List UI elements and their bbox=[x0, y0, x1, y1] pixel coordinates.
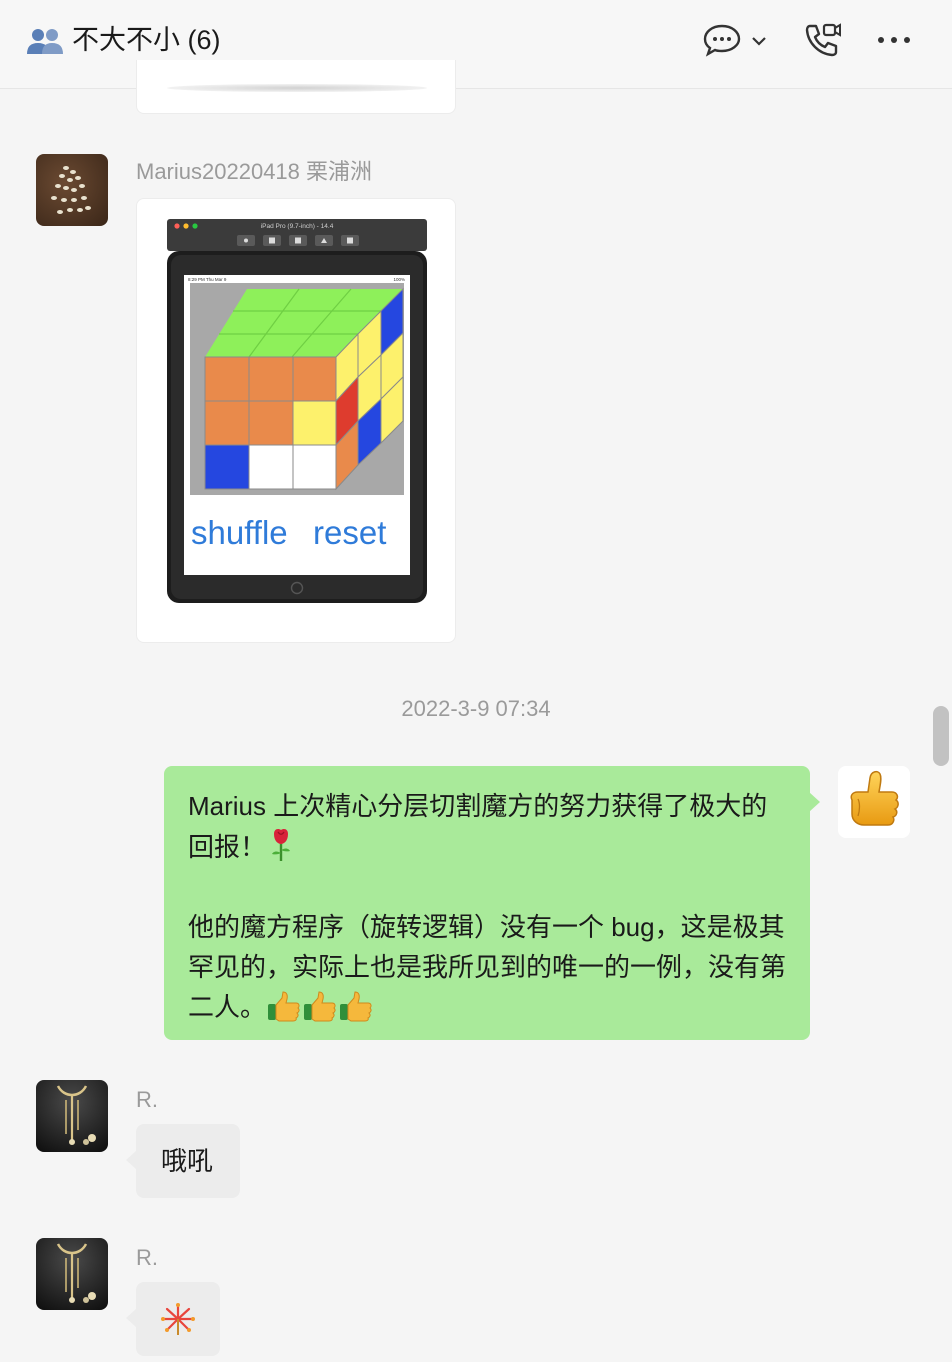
bubble-tail bbox=[126, 1150, 137, 1170]
message-text: 哦吼 bbox=[161, 1146, 214, 1176]
svg-text:100%: 100% bbox=[393, 277, 405, 282]
zoom-dot bbox=[192, 223, 198, 229]
message-bubble[interactable] bbox=[126, 1282, 220, 1356]
avatar-image bbox=[56, 1243, 96, 1303]
image-message[interactable]: iPad Pro (9.7-inch) - 14.4 8:29 PM Thu M… bbox=[136, 198, 456, 643]
card-shadow bbox=[167, 84, 427, 92]
chat-title: 不大不小 (6) bbox=[72, 25, 221, 55]
bubble-tail bbox=[809, 792, 820, 812]
more-icon[interactable] bbox=[874, 28, 914, 52]
group-icon bbox=[27, 29, 63, 54]
thumbs-up-icon bbox=[850, 770, 899, 826]
avatar[interactable] bbox=[36, 1238, 108, 1310]
sender-name: R. bbox=[136, 1087, 158, 1112]
chat-bubble-icon[interactable] bbox=[702, 22, 742, 58]
message-text-2: 他的魔方程序（旋转逻辑）没有一个 bug，这是极其罕见的，实际上也是我所见到的唯… bbox=[188, 912, 787, 1022]
chevron-down-icon[interactable] bbox=[750, 32, 768, 50]
rose-icon bbox=[272, 829, 291, 861]
message-bubble[interactable]: 哦吼 bbox=[126, 1124, 240, 1198]
shuffle-button: shuffle bbox=[191, 514, 288, 551]
sender-name: R. bbox=[136, 1245, 158, 1270]
window-title: iPad Pro (9.7-inch) - 14.4 bbox=[261, 223, 334, 230]
sender-name: Marius20220418 栗浦洲 bbox=[136, 159, 373, 184]
previous-image-card[interactable] bbox=[136, 60, 456, 114]
svg-text:8:29 PM Thu Mar 9: 8:29 PM Thu Mar 9 bbox=[188, 277, 227, 282]
fireworks-icon bbox=[161, 1303, 195, 1335]
video-call-icon[interactable] bbox=[802, 20, 842, 60]
avatar[interactable] bbox=[36, 1080, 108, 1152]
avatar-image bbox=[56, 1085, 96, 1145]
minimize-dot bbox=[183, 223, 189, 229]
cube-front-face bbox=[204, 356, 337, 490]
reset-button: reset bbox=[313, 514, 386, 551]
self-avatar[interactable] bbox=[838, 766, 910, 838]
avatar[interactable] bbox=[36, 154, 108, 226]
scrollbar-thumb[interactable] bbox=[933, 706, 949, 766]
bubble-tail bbox=[126, 1308, 137, 1328]
message-text-1: Marius 上次精心分层切割魔方的努力获得了极大的回报！ bbox=[188, 791, 768, 862]
avatar-image bbox=[51, 166, 91, 214]
thumbs-up-emoji bbox=[268, 991, 372, 1022]
ipad-simulator-screenshot: iPad Pro (9.7-inch) - 14.4 8:29 PM Thu M… bbox=[167, 219, 427, 603]
close-dot bbox=[174, 223, 180, 229]
self-message-bubble[interactable]: Marius 上次精心分层切割魔方的努力获得了极大的回报！ 他的魔方程序（旋转逻… bbox=[164, 766, 820, 1040]
message-timestamp: 2022-3-9 07:34 bbox=[401, 696, 551, 721]
